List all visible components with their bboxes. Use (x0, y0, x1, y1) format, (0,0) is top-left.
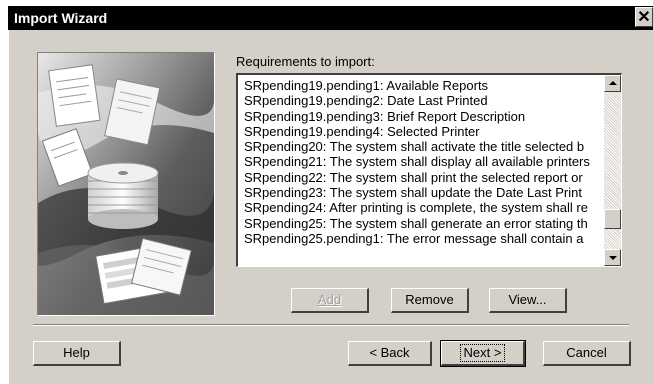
back-button-label: < Back (369, 345, 410, 360)
list-item[interactable]: SRpending23: The system shall update the… (244, 185, 604, 200)
arrow-up-icon (609, 81, 617, 85)
window-title: Import Wizard (14, 10, 108, 26)
next-button-label: Next > (459, 344, 506, 362)
help-button[interactable]: Help (33, 341, 121, 366)
footer-separator (33, 324, 629, 326)
add-button[interactable]: Add (291, 288, 369, 313)
scroll-down-button[interactable] (604, 249, 621, 266)
requirements-label: Requirements to import: (236, 54, 375, 69)
scroll-thumb[interactable] (604, 209, 621, 229)
requirements-listbox[interactable]: SRpending19.pending1: Available Reports … (236, 73, 622, 267)
list-item[interactable]: SRpending20: The system shall activate t… (244, 139, 604, 154)
wizard-picture (37, 52, 215, 316)
arrow-down-icon (609, 256, 617, 260)
cancel-button-label: Cancel (566, 345, 607, 360)
view-button[interactable]: View... (489, 288, 567, 313)
close-button[interactable]: ✕ (635, 7, 653, 27)
add-button-label: Add (317, 292, 342, 307)
title-bar[interactable]: Import Wizard ✕ (8, 6, 653, 30)
list-item[interactable]: SRpending25.pending1: The error message … (244, 231, 604, 246)
list-item[interactable]: SRpending22: The system shall print the … (244, 170, 604, 185)
list-item[interactable]: SRpending21: The system shall display al… (244, 154, 604, 169)
list-item[interactable]: SRpending19.pending4: Selected Printer (244, 124, 604, 139)
cancel-button[interactable]: Cancel (543, 341, 631, 366)
remove-button[interactable]: Remove (391, 288, 469, 313)
list-item[interactable]: SRpending24: After printing is complete,… (244, 200, 604, 215)
back-button[interactable]: < Back (348, 341, 432, 366)
list-item[interactable]: SRpending19.pending2: Date Last Printed (244, 93, 604, 108)
list-item[interactable]: SRpending19.pending1: Available Reports (244, 78, 604, 93)
import-wizard-dialog: Import Wizard ✕ Requirements to import: … (8, 6, 653, 384)
next-button[interactable]: Next > (440, 340, 526, 367)
requirements-list[interactable]: SRpending19.pending1: Available Reports … (244, 78, 604, 264)
help-button-label: Help (63, 345, 90, 360)
documents-cd-illustration (38, 53, 214, 315)
close-icon: ✕ (637, 9, 651, 26)
list-item[interactable]: SRpending19.pending3: Brief Report Descr… (244, 109, 604, 124)
scroll-up-button[interactable] (604, 75, 621, 92)
list-item[interactable]: SRpending25: The system shall generate a… (244, 216, 604, 231)
vertical-scrollbar[interactable] (604, 75, 621, 266)
remove-button-label: Remove (405, 292, 454, 307)
view-button-label: View... (508, 292, 547, 307)
